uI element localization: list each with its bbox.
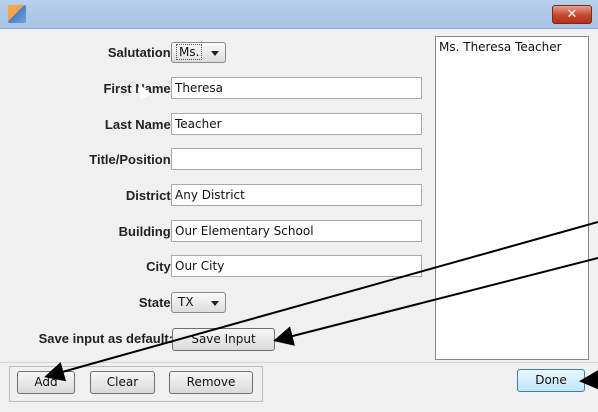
annotation-arrows [44,221,598,390]
arrow-to-done-button [579,369,598,390]
arrow-to-add-button [44,221,598,382]
dialog-window: ✕ Salutation: Ms. First Name: Theresa La… [0,0,598,412]
